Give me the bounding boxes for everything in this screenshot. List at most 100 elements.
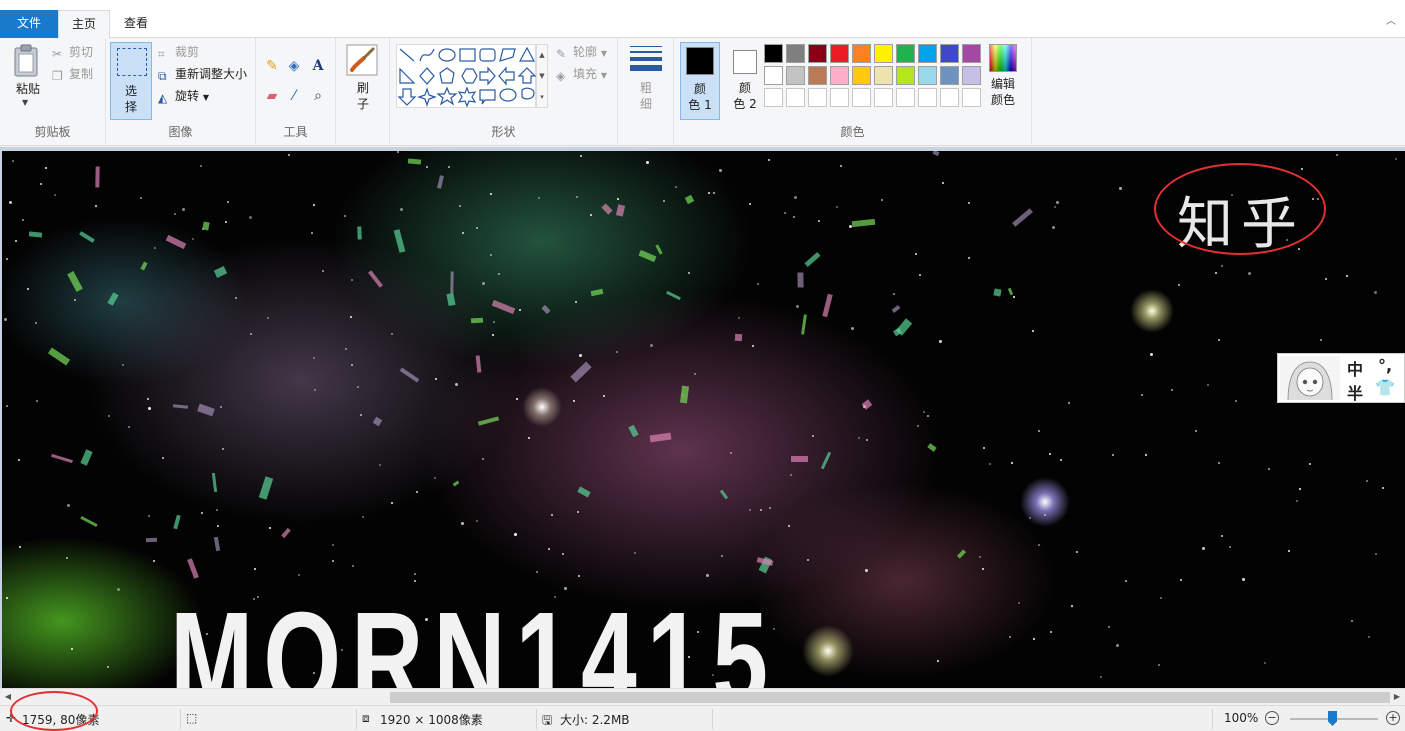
star xyxy=(45,167,47,169)
palette-swatch[interactable] xyxy=(786,44,805,63)
palette-swatch[interactable] xyxy=(874,66,893,85)
palette-swatch[interactable] xyxy=(786,88,805,107)
color1-button[interactable]: 颜 色 1 xyxy=(680,42,720,120)
color-picker-icon[interactable]: ⁄ xyxy=(284,86,304,106)
color2-button[interactable]: 颜 色 2 xyxy=(726,42,766,120)
palette-swatch[interactable] xyxy=(918,44,937,63)
palette-swatch[interactable] xyxy=(764,66,783,85)
palette-swatch[interactable] xyxy=(852,44,871,63)
outline-label: 轮廓 xyxy=(573,45,598,59)
size-group: 粗 细 xyxy=(618,38,674,144)
horizontal-scrollbar[interactable]: ◀ ▶ xyxy=(0,688,1405,705)
collapse-ribbon-icon[interactable]: ︿ xyxy=(1385,16,1397,28)
crystal-shard xyxy=(281,527,291,539)
palette-swatch[interactable] xyxy=(830,88,849,107)
palette-swatch[interactable] xyxy=(808,88,827,107)
palette-swatch[interactable] xyxy=(808,66,827,85)
eraser-icon[interactable]: ▰ xyxy=(262,86,282,106)
edit-colors-button[interactable]: 编辑 颜色 xyxy=(986,44,1020,108)
colors-group-label: 颜色 xyxy=(840,125,865,139)
image-canvas[interactable]: 知乎 MORN1415 中 °, 半 👕 xyxy=(2,151,1405,688)
palette-swatch[interactable] xyxy=(896,88,915,107)
palette-swatch[interactable] xyxy=(940,44,959,63)
palette-swatch[interactable] xyxy=(764,88,783,107)
star xyxy=(1382,487,1384,489)
divider xyxy=(180,709,181,729)
scroll-right-icon[interactable]: ▶ xyxy=(1391,691,1403,703)
resize-button[interactable]: ⧉ 重新调整大小 xyxy=(158,64,247,84)
pencil-icon[interactable]: ✎ xyxy=(262,56,282,76)
palette-swatch[interactable] xyxy=(962,88,981,107)
scroll-left-icon[interactable]: ◀ xyxy=(2,691,14,703)
zoom-slider-thumb[interactable] xyxy=(1328,711,1337,726)
star xyxy=(590,214,592,216)
palette-swatch[interactable] xyxy=(852,66,871,85)
palette-swatch[interactable] xyxy=(808,44,827,63)
palette-swatch[interactable] xyxy=(896,66,915,85)
magnifier-icon[interactable]: ⌕ xyxy=(308,86,328,106)
palette-swatch[interactable] xyxy=(896,44,915,63)
star xyxy=(1336,154,1338,156)
star xyxy=(1178,284,1180,286)
shape-icons[interactable] xyxy=(397,45,537,109)
palette-swatch[interactable] xyxy=(962,66,981,85)
color-spectrum-icon xyxy=(989,44,1017,72)
ime-chinese-mode[interactable]: 中 xyxy=(1344,356,1366,380)
ime-skin-icon[interactable]: 👕 xyxy=(1374,378,1396,397)
palette-swatch[interactable] xyxy=(786,66,805,85)
cut-button[interactable]: ✂ 剪切 xyxy=(52,42,93,62)
star xyxy=(1056,201,1059,204)
star xyxy=(1215,272,1217,274)
star xyxy=(942,182,944,184)
palette-swatch[interactable] xyxy=(962,44,981,63)
scroll-thumb[interactable] xyxy=(390,692,1390,703)
palette-swatch[interactable] xyxy=(852,88,871,107)
crystal-shard xyxy=(734,333,743,342)
zoom-out-button[interactable]: − xyxy=(1265,711,1279,725)
star xyxy=(350,316,352,318)
tab-home[interactable]: 主页 xyxy=(58,10,110,39)
shape-gallery xyxy=(396,44,537,109)
ime-toolbar[interactable]: 中 °, 半 👕 xyxy=(1277,353,1405,403)
palette-swatch[interactable] xyxy=(918,66,937,85)
shape-gallery-scroll[interactable]: ▲ ▼ ▾ xyxy=(536,44,548,108)
crystal-shard xyxy=(655,244,663,255)
star xyxy=(982,568,984,570)
tab-file[interactable]: 文件 xyxy=(0,10,58,38)
rotate-button[interactable]: ◭ 旋转 ▼ xyxy=(158,86,209,106)
copy-button[interactable]: ❐ 复制 xyxy=(52,64,93,84)
star xyxy=(6,405,8,407)
ime-half-width[interactable]: 半 xyxy=(1344,380,1366,404)
star xyxy=(634,552,636,554)
tab-view[interactable]: 查看 xyxy=(112,10,160,38)
star xyxy=(646,161,649,164)
star xyxy=(482,458,484,460)
star xyxy=(983,447,985,449)
star xyxy=(1038,544,1040,546)
star xyxy=(455,383,458,386)
palette-swatch[interactable] xyxy=(874,44,893,63)
color2-swatch xyxy=(733,50,757,74)
canvas-area[interactable]: 知乎 MORN1415 中 °, 半 👕 xyxy=(0,147,1405,688)
star xyxy=(40,183,42,185)
crop-button[interactable]: ⌗ 裁剪 xyxy=(158,42,199,62)
star xyxy=(840,165,842,167)
fill-bucket-icon[interactable]: ◈ xyxy=(284,56,304,76)
palette-swatch[interactable] xyxy=(830,66,849,85)
palette-swatch[interactable] xyxy=(918,88,937,107)
palette-swatch[interactable] xyxy=(764,44,783,63)
star xyxy=(576,196,578,198)
fill-button[interactable]: ◈ 填充 ▼ xyxy=(556,64,607,84)
palette-swatch[interactable] xyxy=(830,44,849,63)
outline-button[interactable]: ✎ 轮廓 ▼ xyxy=(556,42,607,62)
star xyxy=(448,166,450,168)
ime-punctuation[interactable]: °, xyxy=(1374,356,1396,375)
star xyxy=(688,272,690,274)
palette-swatch[interactable] xyxy=(874,88,893,107)
select-button[interactable]: 选 择 xyxy=(110,42,152,120)
zoom-in-button[interactable]: + xyxy=(1386,711,1400,725)
star xyxy=(514,533,517,536)
palette-swatch[interactable] xyxy=(940,66,959,85)
palette-swatch[interactable] xyxy=(940,88,959,107)
text-tool-icon[interactable]: A xyxy=(308,56,328,76)
